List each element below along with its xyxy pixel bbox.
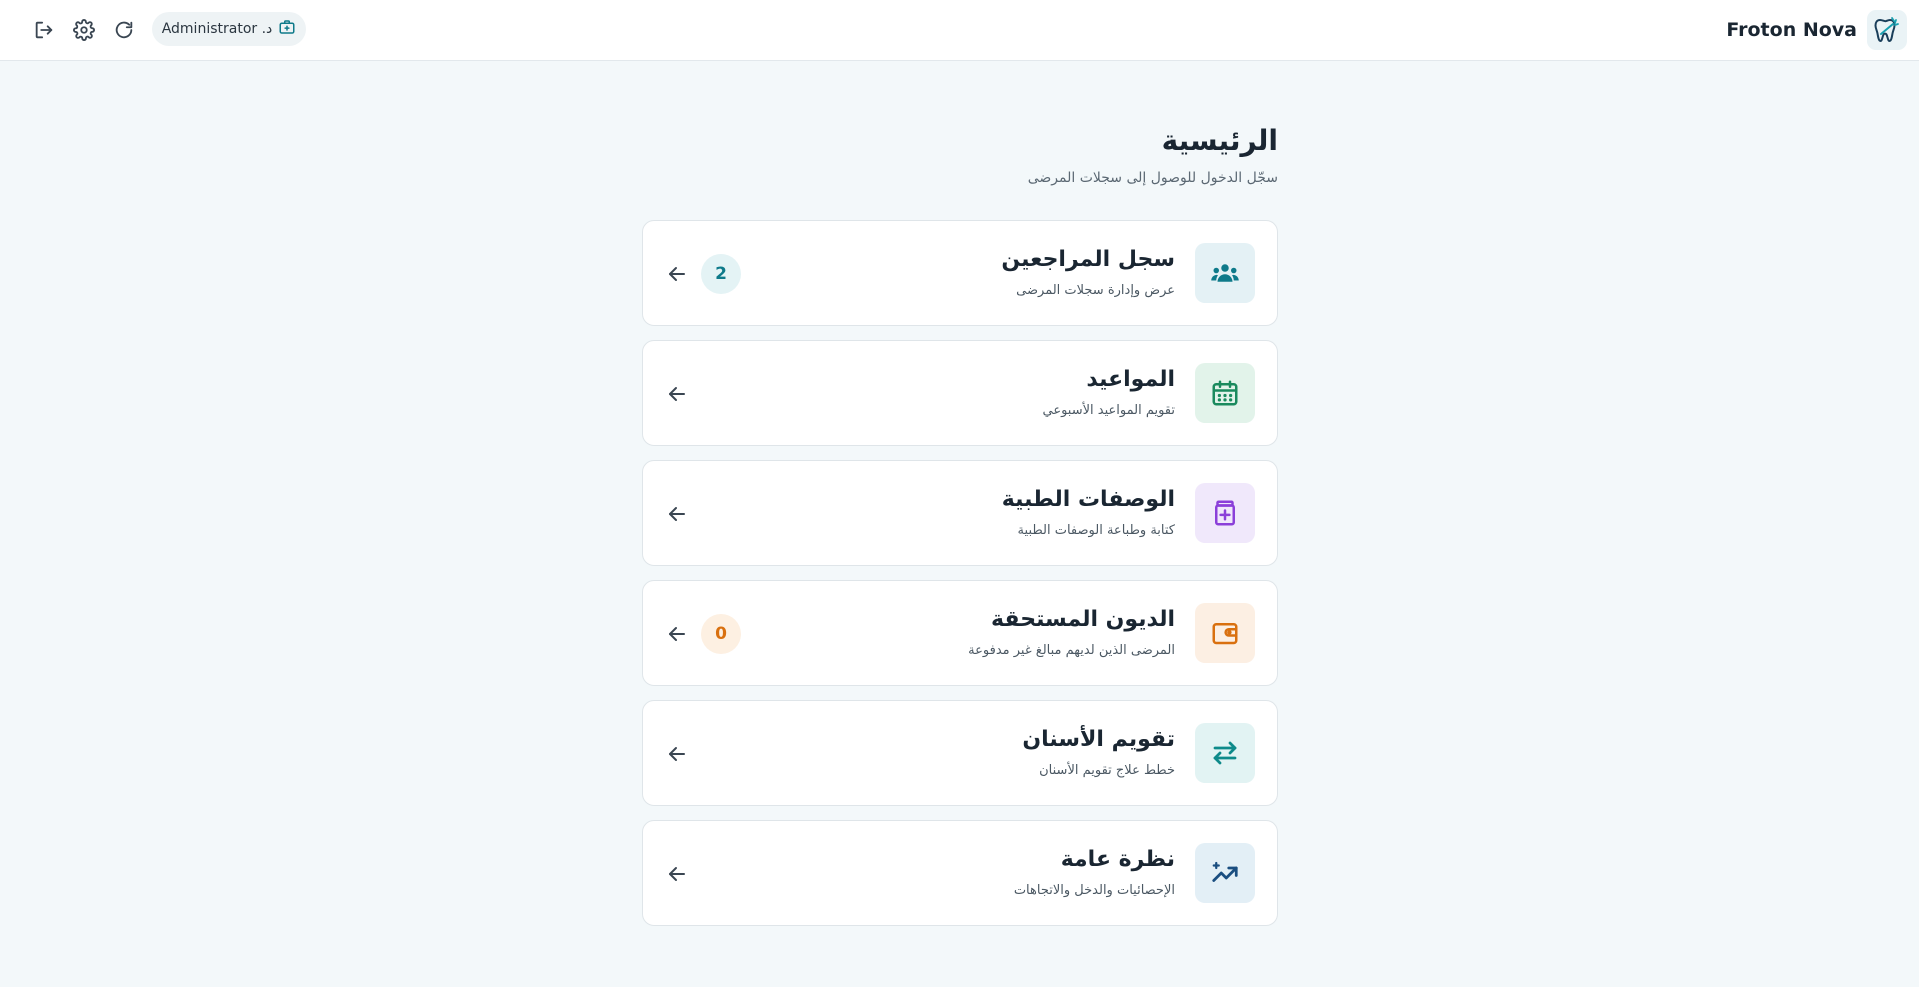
briefcase-icon	[278, 18, 296, 40]
card-description: خطط علاج تقويم الأسنان	[1039, 763, 1175, 778]
card-description: تقويم المواعيد الأسبوعي	[1042, 403, 1175, 418]
page-subtitle: سجّل الدخول للوصول إلى سجلات المرضى	[1027, 170, 1278, 186]
card-title: المواعيد	[1086, 367, 1175, 392]
count-badge: 2	[701, 254, 741, 294]
swap-arrows-icon	[1195, 723, 1255, 783]
top-bar: د. Administrator Froton Nova	[0, 0, 1919, 61]
menu-cards: سجل المراجعين عرض وإدارة سجلات المرضى 2 …	[642, 220, 1278, 940]
arrow-left-icon	[665, 622, 689, 646]
calendar-icon	[1195, 363, 1255, 423]
trend-chart-icon	[1195, 843, 1255, 903]
card-title: الوصفات الطبية	[1001, 487, 1175, 512]
medicine-icon	[1195, 483, 1255, 543]
gear-icon[interactable]	[68, 14, 100, 46]
card-description: كتابة وطباعة الوصفات الطبية	[1017, 523, 1175, 538]
logout-icon[interactable]	[28, 14, 60, 46]
card-title: نظرة عامة	[1060, 847, 1175, 872]
arrow-left-icon	[665, 502, 689, 526]
users-icon	[1195, 243, 1255, 303]
card-description: عرض وإدارة سجلات المرضى	[1016, 283, 1175, 298]
page-title: الرئيسية	[1161, 124, 1278, 157]
card-title: الديون المستحقة	[991, 607, 1175, 632]
card-outstanding-debts[interactable]: الديون المستحقة المرضى الذين لديهم مبالغ…	[642, 580, 1278, 686]
refresh-icon[interactable]	[108, 14, 140, 46]
tooth-logo-icon[interactable]	[1867, 10, 1907, 50]
brand-name: Froton Nova	[1726, 19, 1857, 41]
arrow-left-icon	[665, 862, 689, 886]
card-title: سجل المراجعين	[1001, 247, 1175, 272]
card-title: تقويم الأسنان	[1022, 727, 1175, 752]
user-name: د. Administrator	[161, 21, 273, 37]
count-badge: 0	[701, 614, 741, 654]
arrow-left-icon	[665, 262, 689, 286]
card-appointments[interactable]: المواعيد تقويم المواعيد الأسبوعي	[642, 340, 1278, 446]
card-overview[interactable]: نظرة عامة الإحصائيات والدخل والاتجاهات	[642, 820, 1278, 926]
arrow-left-icon	[665, 742, 689, 766]
card-orthodontics[interactable]: تقويم الأسنان خطط علاج تقويم الأسنان	[642, 700, 1278, 806]
card-patients-registry[interactable]: سجل المراجعين عرض وإدارة سجلات المرضى 2	[642, 220, 1278, 326]
card-prescriptions[interactable]: الوصفات الطبية كتابة وطباعة الوصفات الطب…	[642, 460, 1278, 566]
card-description: المرضى الذين لديهم مبالغ غير مدفوعة	[968, 643, 1175, 658]
user-menu-button[interactable]: د. Administrator	[152, 12, 306, 46]
arrow-left-icon	[665, 382, 689, 406]
wallet-icon	[1195, 603, 1255, 663]
card-description: الإحصائيات والدخل والاتجاهات	[1013, 883, 1175, 898]
